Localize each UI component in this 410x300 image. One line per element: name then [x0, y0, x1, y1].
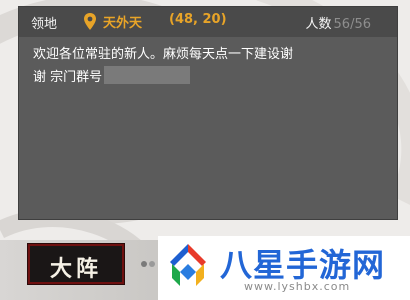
- announcement-line-2: 谢 宗门群号: [33, 66, 379, 89]
- territory-label: 领地: [31, 17, 58, 32]
- panel-header: 领地 天外天 (48, 20) 人数 56/56: [19, 7, 397, 37]
- watermark-badge: 八星手游网 www.lyshbx.com: [158, 236, 410, 300]
- watermark-logo-icon: [170, 244, 206, 286]
- member-count: 人数 56/56: [306, 13, 371, 32]
- location-pin-icon: [84, 13, 96, 30]
- announcement-line-2-text: 谢 宗门群号: [33, 70, 103, 85]
- territory-name[interactable]: 天外天: [103, 12, 142, 31]
- formation-tab[interactable]: 大阵: [28, 244, 124, 284]
- territory-info-panel: 领地 天外天 (48, 20) 人数 56/56 欢迎各位常驻的新人。麻烦每天点一…: [18, 6, 398, 220]
- announcement-text: 欢迎各位常驻的新人。麻烦每天点一下建设谢 谢 宗门群号: [33, 44, 379, 89]
- redacted-group-number: [104, 66, 191, 84]
- territory-coordinates[interactable]: (48, 20): [169, 12, 227, 27]
- formation-tab-label: 大阵: [49, 256, 102, 282]
- watermark-url: www.lyshbx.com: [244, 280, 351, 293]
- tab-divider-icon: [141, 261, 155, 267]
- announcement-line-1: 欢迎各位常驻的新人。麻烦每天点一下建设谢: [33, 47, 294, 62]
- member-count-value: 56/56: [333, 17, 371, 32]
- member-count-label: 人数: [305, 17, 332, 32]
